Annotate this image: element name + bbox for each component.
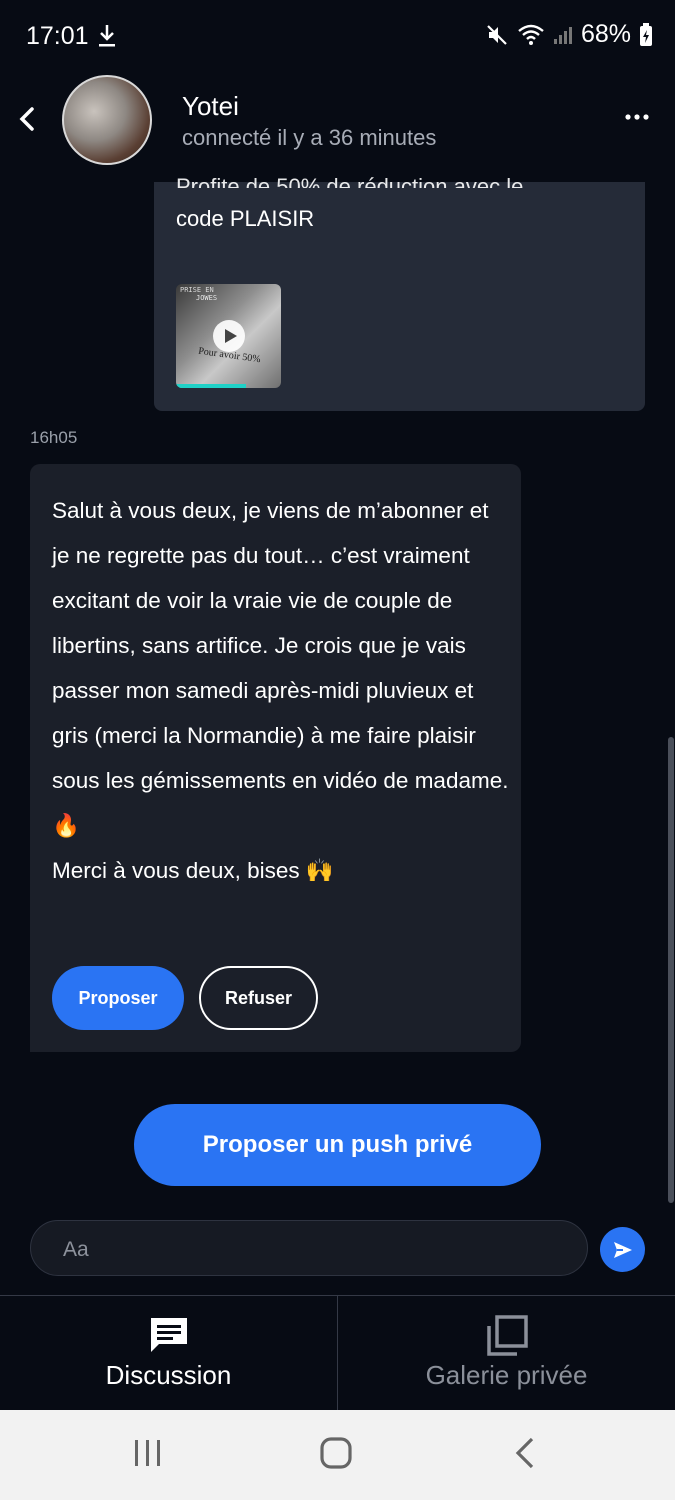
message-input[interactable] bbox=[61, 1231, 565, 1269]
system-back-icon[interactable] bbox=[504, 1434, 548, 1474]
status-time: 17:01 bbox=[26, 22, 89, 50]
previous-message-bubble: Profite de 50% de réduction avec le code… bbox=[154, 174, 645, 411]
gallery-icon bbox=[485, 1314, 529, 1358]
message-text: Salut à vous deux, je viens de m’abonner… bbox=[52, 498, 509, 883]
thumbnail-bar bbox=[176, 384, 246, 388]
tab-discussion[interactable]: Discussion bbox=[0, 1296, 338, 1411]
recent-apps-icon[interactable] bbox=[126, 1434, 170, 1474]
message-composer bbox=[30, 1220, 588, 1276]
thumbnail-tag: PRISE EN bbox=[180, 286, 214, 294]
home-icon[interactable] bbox=[314, 1434, 358, 1474]
previous-message-cut-text: Profite de 50% de réduction avec le bbox=[176, 174, 524, 188]
private-push-button[interactable]: Proposer un push privé bbox=[134, 1104, 541, 1186]
wifi-icon bbox=[517, 23, 545, 47]
video-thumbnail[interactable]: PRISE EN JOWES Pour avoir 50% bbox=[176, 284, 281, 388]
battery-icon bbox=[639, 22, 653, 47]
battery-percent: 68% bbox=[580, 20, 631, 48]
incoming-message-bubble: Salut à vous deux, je viens de m’abonner… bbox=[30, 464, 521, 1052]
tab-discussion-label: Discussion bbox=[105, 1360, 232, 1390]
propose-button[interactable]: Proposer bbox=[52, 966, 184, 1030]
download-icon bbox=[97, 22, 117, 50]
mute-icon bbox=[485, 23, 509, 47]
tab-private-gallery-label: Galerie privée bbox=[425, 1360, 588, 1390]
message-timestamp: 16h05 bbox=[30, 428, 78, 447]
status-bar: 17:01 68% bbox=[0, 0, 675, 75]
play-icon[interactable] bbox=[213, 320, 245, 352]
bottom-tab-bar: Discussion Galerie privée bbox=[0, 1295, 675, 1411]
contact-name[interactable]: Yotei bbox=[182, 91, 239, 122]
tab-private-gallery[interactable]: Galerie privée bbox=[338, 1296, 675, 1411]
back-arrow-icon[interactable] bbox=[10, 101, 46, 137]
send-icon[interactable] bbox=[600, 1227, 645, 1272]
thumbnail-tag-2: JOWES bbox=[196, 294, 218, 302]
more-options-icon[interactable] bbox=[623, 103, 651, 131]
scrollbar[interactable] bbox=[668, 737, 674, 1203]
system-nav-bar bbox=[0, 1410, 675, 1500]
contact-avatar[interactable] bbox=[62, 75, 152, 165]
contact-status: connecté il y a 36 minutes bbox=[182, 125, 437, 150]
chat-header: Yotei connecté il y a 36 minutes bbox=[0, 75, 675, 175]
chat-icon bbox=[147, 1314, 191, 1358]
status-right: 68% bbox=[485, 20, 653, 49]
previous-message-text: code PLAISIR bbox=[176, 206, 315, 231]
refuse-button[interactable]: Refuser bbox=[199, 966, 318, 1030]
signal-icon bbox=[553, 25, 573, 45]
